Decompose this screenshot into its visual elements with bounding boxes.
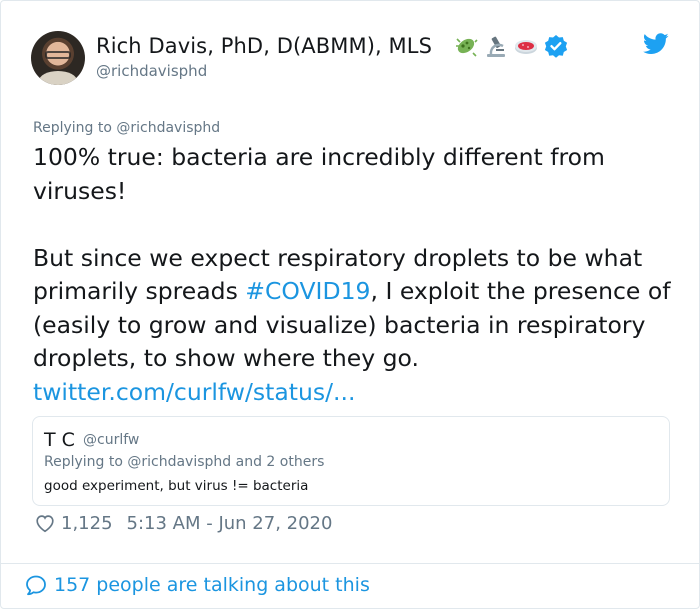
author-emoji-row <box>453 31 569 61</box>
twitter-bird-icon[interactable] <box>643 33 669 55</box>
hashtag-link[interactable]: #COVID19 <box>245 277 370 305</box>
verified-badge-icon <box>544 35 568 58</box>
microbe-icon <box>456 38 478 57</box>
quoted-tweet[interactable]: T C @curlfw Replying to @richdavisphd an… <box>32 416 670 506</box>
conversation-link[interactable]: 157 people are talking about this <box>24 573 370 597</box>
speech-bubble-icon <box>26 575 46 596</box>
footer-divider <box>1 563 700 564</box>
tweet-line-1: 100% true: bacteria are incredibly diffe… <box>33 143 613 205</box>
avatar[interactable] <box>31 31 85 85</box>
like-count[interactable]: 1,125 <box>61 513 113 534</box>
microscope-icon <box>487 36 505 57</box>
tweet-embed-card: Rich Davis, PhD, D(ABMM), MLS @richdavis… <box>0 0 700 609</box>
quoted-text: good experiment, but virus != bacteria <box>44 478 309 494</box>
petri-dish-icon <box>515 40 537 54</box>
quoted-author-handle: @curlfw <box>83 432 140 448</box>
author-name[interactable]: Rich Davis, PhD, D(ABMM), MLS <box>96 34 432 58</box>
status-link[interactable]: twitter.com/curlfw/status/... <box>33 378 355 406</box>
tweet-timestamp[interactable]: 5:13 AM - Jun 27, 2020 <box>127 513 333 534</box>
author-handle[interactable]: @richdavisphd <box>96 62 207 80</box>
avatar-shirt <box>39 71 77 85</box>
avatar-glasses <box>45 51 71 59</box>
talking-count-label: 157 people are talking about this <box>54 574 370 596</box>
heart-icon[interactable] <box>34 512 56 534</box>
quoted-replying-to: Replying to @richdavisphd and 2 others <box>44 454 325 470</box>
quoted-author-name: T C <box>44 429 75 451</box>
tweet-body: 100% true: bacteria are incredibly diffe… <box>33 141 673 409</box>
tweet-meta: 1,125 5:13 AM - Jun 27, 2020 <box>34 512 332 534</box>
replying-to-label[interactable]: Replying to @richdavisphd <box>33 120 220 136</box>
